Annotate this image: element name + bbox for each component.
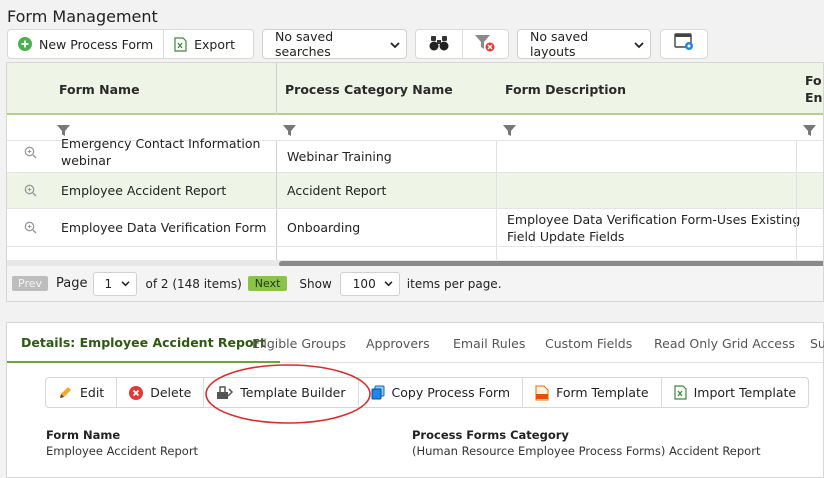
prev-button[interactable]: Prev — [12, 276, 48, 291]
next-button[interactable]: Next — [247, 276, 288, 291]
export-label: Export — [194, 36, 236, 52]
tab-details[interactable]: Details: Employee Accident Report — [7, 323, 280, 363]
table-row[interactable]: Emergency Contact Information webinar We… — [7, 136, 823, 173]
form-name-cell: Employee Data Verification Form — [61, 220, 267, 235]
saved-layouts-value: No saved layouts — [530, 29, 589, 59]
copy-process-form-button[interactable]: Copy Process Form — [359, 378, 523, 407]
table-row[interactable]: Employee Data Verification Form Onboardi… — [7, 209, 823, 247]
search-filter-toolbar — [415, 29, 509, 59]
category-cell: Accident Report — [287, 183, 387, 198]
tab-approvers[interactable]: Approvers — [366, 323, 430, 363]
tab-email-rules[interactable]: Email Rules — [453, 323, 525, 363]
zoom-in-icon[interactable] — [24, 221, 37, 237]
layout-settings-icon — [674, 33, 694, 55]
edit-button[interactable]: Edit — [46, 378, 116, 407]
category-cell: Onboarding — [287, 220, 361, 235]
column-header-form-enabled-line1: Fo — [805, 73, 822, 88]
edit-label: Edit — [80, 385, 105, 400]
forms-grid: Form Name Process Category Name Form Des… — [6, 62, 824, 298]
page-size-select[interactable]: 100 — [339, 271, 400, 296]
delete-button[interactable]: Delete — [117, 378, 203, 407]
category-label: Process Forms Category — [412, 428, 569, 442]
form-template-button[interactable]: Form Template — [523, 378, 661, 407]
page-select[interactable]: 1 — [93, 271, 138, 296]
import-template-label: Import Template — [693, 385, 797, 400]
grid-header: Form Name Process Category Name Form Des… — [7, 63, 823, 115]
description-cell-line2: Field Update Fields — [507, 228, 625, 244]
saved-searches-value: No saved searches — [275, 29, 334, 59]
chevron-down-icon — [390, 37, 400, 52]
form-name-cell-line2: webinar — [61, 153, 112, 168]
copy-process-form-label: Copy Process Form — [391, 385, 511, 400]
page-select-value: 1 — [104, 276, 113, 291]
tab-eligible-groups[interactable]: Eligible Groups — [252, 323, 346, 363]
form-name-value: Employee Accident Report — [46, 444, 199, 458]
delete-icon — [129, 385, 144, 400]
column-header-form-description[interactable]: Form Description — [505, 63, 626, 115]
description-cell: Employee Data Verification Form-Uses Exi… — [507, 211, 801, 227]
import-template-button[interactable]: Import Template — [662, 378, 809, 407]
chevron-down-icon — [122, 280, 130, 286]
column-header-form-enabled[interactable]: Fo En — [805, 63, 822, 115]
excel-icon — [673, 385, 687, 400]
saved-layouts-select[interactable]: No saved layouts — [517, 29, 651, 59]
search-button[interactable] — [416, 30, 462, 58]
filter-icon[interactable] — [803, 122, 816, 141]
zoom-in-icon[interactable] — [24, 146, 37, 162]
page-count: of 2 (148 items) — [145, 276, 242, 291]
form-template-label: Form Template — [556, 385, 649, 400]
saved-searches-select[interactable]: No saved searches — [262, 29, 407, 59]
items-per-page-label: items per page. — [406, 276, 502, 291]
category-value: (Human Resource Employee Process Forms) … — [412, 444, 761, 458]
details-tabs: Details: Employee Accident Report Eligib… — [7, 323, 824, 363]
show-label: Show — [299, 276, 332, 291]
primary-toolbar: New Process Form Export — [7, 29, 254, 59]
column-header-form-enabled-line2: En — [805, 90, 823, 105]
chevron-down-icon — [634, 37, 644, 52]
pdf-icon — [535, 385, 549, 401]
tab-more[interactable]: Su — [810, 323, 824, 363]
pencil-icon — [58, 385, 73, 400]
highlight-circle — [205, 364, 371, 424]
form-name-cell: Employee Accident Report — [61, 183, 227, 198]
tab-read-only-grid-access[interactable]: Read Only Grid Access — [654, 323, 795, 363]
filter-icon[interactable] — [503, 122, 516, 141]
form-name-cell: Emergency Contact Information — [61, 136, 261, 151]
column-header-form-name[interactable]: Form Name — [59, 63, 140, 115]
export-button[interactable]: Export — [164, 30, 245, 58]
excel-icon — [174, 36, 187, 52]
details-panel: Details: Employee Accident Report Eligib… — [6, 322, 824, 478]
new-process-form-button[interactable]: New Process Form — [8, 30, 163, 58]
category-cell: Webinar Training — [287, 149, 392, 164]
column-header-process-category[interactable]: Process Category Name — [285, 63, 453, 115]
clear-filter-icon — [474, 34, 496, 55]
details-toolbar: Edit Delete Template Builder Copy Proces… — [45, 377, 810, 408]
zoom-in-icon[interactable] — [24, 184, 37, 200]
tab-custom-fields[interactable]: Custom Fields — [545, 323, 632, 363]
clear-filter-button[interactable] — [462, 30, 508, 58]
binoculars-icon — [429, 35, 449, 54]
page-title: Form Management — [7, 7, 158, 26]
new-process-form-label: New Process Form — [39, 36, 154, 52]
chevron-down-icon — [384, 280, 393, 286]
delete-label: Delete — [150, 385, 192, 400]
page-label: Page — [56, 276, 88, 291]
page-size-value: 100 — [352, 276, 376, 291]
pager: Prev Page 1 of 2 (148 items) Next Show 1… — [6, 266, 824, 302]
filter-icon[interactable] — [283, 122, 296, 141]
layout-settings-button[interactable] — [660, 29, 708, 59]
table-row-selected[interactable]: Employee Accident Report Accident Report — [7, 173, 823, 209]
plus-circle-icon — [18, 37, 32, 51]
form-name-label: Form Name — [46, 428, 121, 442]
